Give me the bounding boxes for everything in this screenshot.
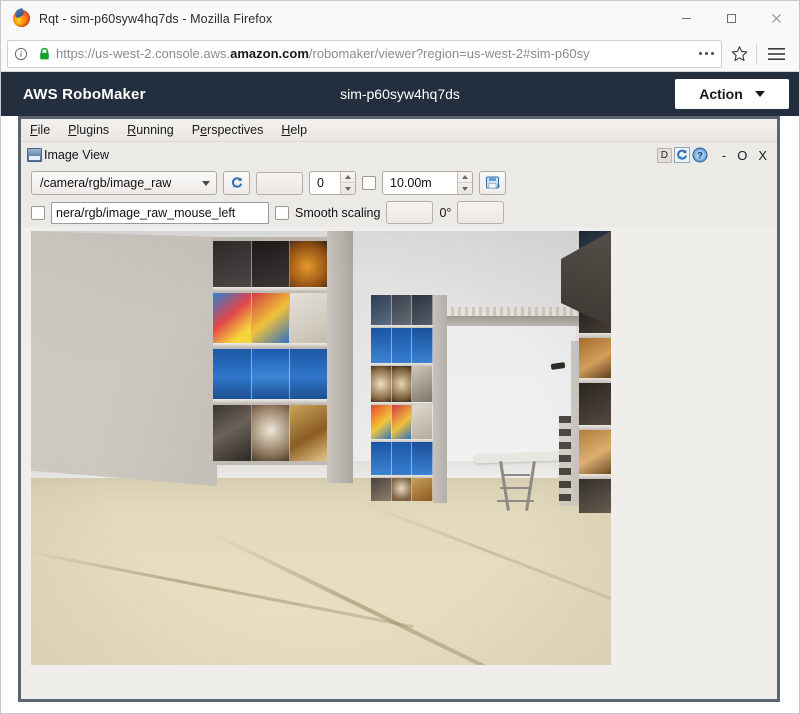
mouse-topic-input[interactable]: nera/rgb/image_raw_mouse_left xyxy=(51,202,269,224)
spinbox-arrows[interactable] xyxy=(457,172,472,194)
window-controls xyxy=(664,2,799,36)
dynamic-range-checkbox[interactable] xyxy=(362,176,376,190)
publish-mouse-clicks-checkbox[interactable] xyxy=(31,206,45,220)
action-button-label: Action xyxy=(699,86,743,102)
menu-item-running[interactable]: Running xyxy=(127,123,174,137)
dock-button-d[interactable]: D xyxy=(657,148,672,163)
topic-select[interactable]: /camera/rgb/image_raw xyxy=(31,171,217,195)
browser-navigation-bar: https://us-west-2.console.aws.amazon.com… xyxy=(1,36,799,72)
help-icon[interactable]: ? xyxy=(692,147,708,163)
ellipsis-icon[interactable] xyxy=(691,40,721,68)
spin-down-icon[interactable] xyxy=(458,183,472,194)
minimize-button[interactable] xyxy=(664,2,709,36)
svg-text:?: ? xyxy=(697,151,703,161)
image-view-icon xyxy=(27,148,42,162)
action-button[interactable]: Action xyxy=(675,79,789,109)
rotation-label: 0° xyxy=(439,206,451,220)
browser-titlebar: Rqt - sim-p60syw4hq7ds - Mozilla Firefox xyxy=(1,1,799,36)
scene-vignette xyxy=(31,231,611,665)
image-view-dock-titlebar: Image View D xyxy=(21,142,777,168)
dock-float-button[interactable]: O xyxy=(737,149,747,162)
close-button[interactable] xyxy=(754,2,799,36)
star-icon[interactable] xyxy=(724,40,754,68)
menu-item-file[interactable]: File xyxy=(30,123,50,137)
image-view-toolbar-row-2: nera/rgb/image_raw_mouse_left Smooth sca… xyxy=(21,198,777,227)
smooth-scaling-checkbox[interactable] xyxy=(275,206,289,220)
window-title: Rqt - sim-p60syw4hq7ds - Mozilla Firefox xyxy=(39,12,272,26)
hamburger-menu-icon[interactable] xyxy=(759,40,793,68)
aws-robomaker-brand[interactable]: AWS RoboMaker xyxy=(23,86,146,103)
aws-robomaker-header: AWS RoboMaker sim-p60syw4hq7ds Action xyxy=(1,72,799,116)
dock-minimize-button[interactable]: - xyxy=(722,149,726,162)
toolbar-blank-box-2[interactable] xyxy=(386,201,433,224)
toolbar-blank-box-1[interactable] xyxy=(256,172,303,195)
save-image-button[interactable] xyxy=(479,171,506,195)
url-domain: amazon.com xyxy=(230,46,309,61)
firefox-browser-window: Rqt - sim-p60syw4hq7ds - Mozilla Firefox xyxy=(0,0,800,714)
rqt-menubar: File Plugins Running Perspectives Help xyxy=(21,119,777,142)
dock-window-controls: - O X xyxy=(722,149,767,162)
max-range-spinbox[interactable]: 10.00m xyxy=(382,171,473,195)
image-view-area xyxy=(21,227,777,681)
url-prefix: https://us-west-2.console.aws. xyxy=(56,46,230,61)
url-text[interactable]: https://us-west-2.console.aws.amazon.com… xyxy=(56,46,691,61)
chevron-down-icon xyxy=(202,181,210,186)
spin-up-icon[interactable] xyxy=(458,172,472,183)
dock-buttons: D ? xyxy=(657,147,771,163)
url-suffix: /robomaker/viewer?region=us-west-2#sim-p… xyxy=(309,46,590,61)
navbar-separator xyxy=(756,44,757,64)
refresh-icon[interactable] xyxy=(674,147,690,163)
spin-down-icon[interactable] xyxy=(341,183,355,194)
menu-item-help[interactable]: Help xyxy=(281,123,307,137)
camera-image-canvas[interactable] xyxy=(31,231,611,665)
dock-close-button[interactable]: X xyxy=(758,149,767,162)
smooth-scaling-label: Smooth scaling xyxy=(295,206,380,220)
rqt-window: File Plugins Running Perspectives Help I… xyxy=(18,116,780,702)
firefox-logo-icon xyxy=(13,10,30,27)
image-index-spinbox[interactable]: 0 xyxy=(309,171,356,195)
image-view-title: Image View xyxy=(44,148,109,162)
spinbox-arrows[interactable] xyxy=(340,172,355,194)
image-view-toolbar-row-1: /camera/rgb/image_raw 0 xyxy=(21,168,777,198)
toolbar-blank-box-3[interactable] xyxy=(457,201,504,224)
menu-item-plugins[interactable]: Plugins xyxy=(68,123,109,137)
topic-select-value: /camera/rgb/image_raw xyxy=(40,176,171,190)
max-range-value: 10.00m xyxy=(383,172,457,194)
padlock-secure-icon[interactable] xyxy=(34,47,54,61)
web-page-content: AWS RoboMaker sim-p60syw4hq7ds Action Fi… xyxy=(1,72,799,713)
url-bar[interactable]: https://us-west-2.console.aws.amazon.com… xyxy=(7,40,722,68)
refresh-topics-button[interactable] xyxy=(223,171,250,195)
chevron-down-icon xyxy=(755,91,765,97)
spin-up-icon[interactable] xyxy=(341,172,355,183)
mouse-topic-value: nera/rgb/image_raw_mouse_left xyxy=(56,206,235,220)
maximize-button[interactable] xyxy=(709,2,754,36)
info-circle-icon[interactable] xyxy=(8,47,34,61)
menu-item-perspectives[interactable]: Perspectives xyxy=(192,123,264,137)
rqt-bottom-strip xyxy=(21,681,777,699)
image-index-value: 0 xyxy=(310,172,340,194)
